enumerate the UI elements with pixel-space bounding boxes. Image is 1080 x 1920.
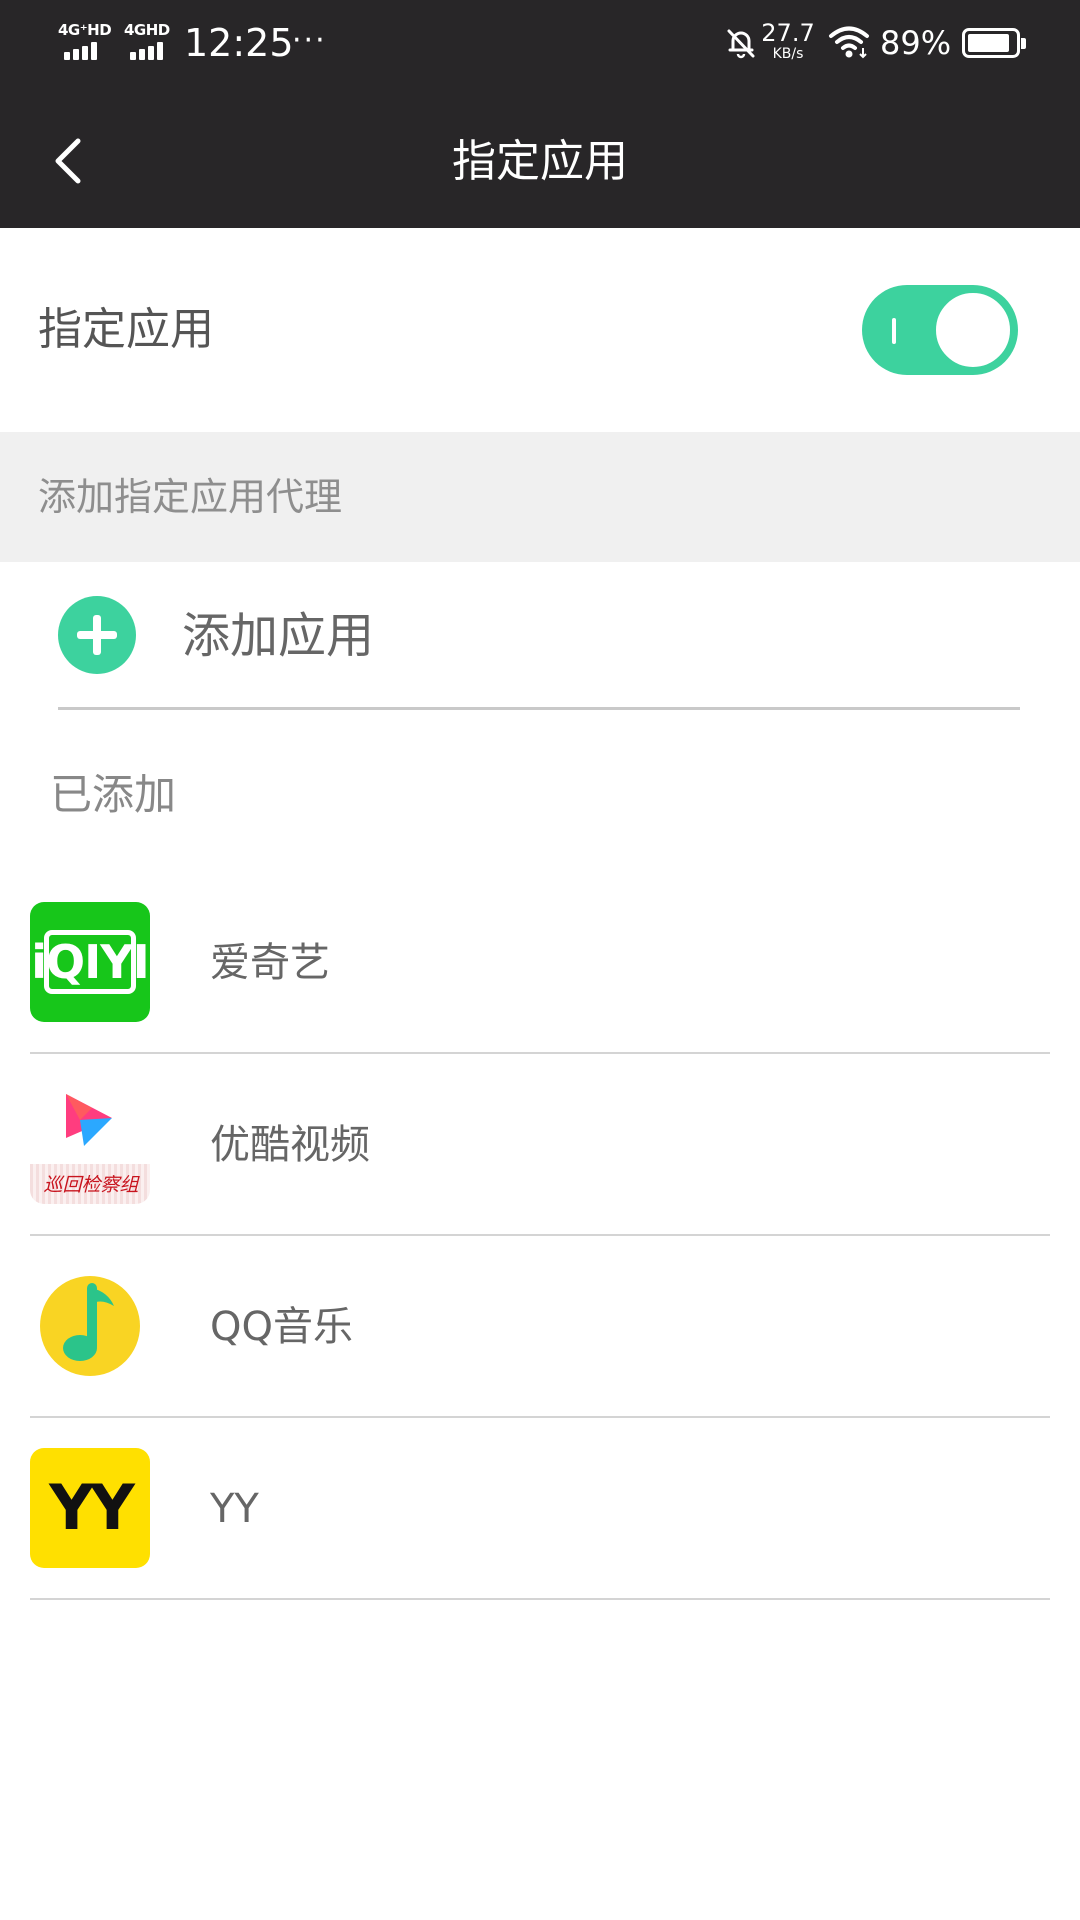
cellular-signal-2-icon: 4GHD	[124, 22, 180, 60]
list-item[interactable]: iQIYI 爱奇艺	[30, 872, 1050, 1054]
iqiyi-logo-text: iQIYI	[31, 935, 149, 989]
list-item[interactable]: 巡回检察组 优酷视频	[30, 1054, 1050, 1236]
add-app-label: 添加应用	[182, 608, 375, 664]
add-app-button[interactable]: 添加应用	[58, 562, 1020, 710]
list-item[interactable]: YY YY	[30, 1418, 1050, 1600]
app-name: YY	[210, 1486, 259, 1532]
network-speed-value: 27.7	[761, 19, 815, 47]
app-name: 优酷视频	[210, 1122, 370, 1168]
section-header: 添加指定应用代理	[0, 432, 1080, 562]
status-bar: 4G⁺HD 4GHD 12:25 ··· 27.7 KB/s 89%	[0, 0, 1080, 95]
more-notifications-icon: ···	[292, 23, 327, 58]
toggle-label: 指定应用	[38, 304, 214, 355]
yy-app-icon: YY	[30, 1448, 150, 1568]
battery-icon	[962, 28, 1026, 58]
battery-percent: 89%	[880, 24, 952, 62]
iqiyi-app-icon: iQIYI	[30, 902, 150, 1022]
yy-logo-text: YY	[49, 1471, 135, 1544]
specified-app-switch[interactable]	[862, 285, 1018, 375]
cellular-signal-1-icon: 4G⁺HD	[58, 22, 114, 60]
signal-2-label: 4GHD	[124, 21, 170, 39]
network-speed-unit: KB/s	[772, 46, 804, 62]
page-title: 指定应用	[452, 136, 628, 187]
switch-knob	[932, 289, 1014, 371]
bell-off-icon	[727, 29, 755, 59]
screen: 4G⁺HD 4GHD 12:25 ··· 27.7 KB/s 89% 指定应用 …	[0, 0, 1080, 1920]
signal-1-label: 4G⁺HD	[58, 21, 112, 39]
plus-circle-icon	[58, 596, 136, 674]
list-item[interactable]: QQ音乐	[30, 1236, 1050, 1418]
specified-app-toggle-row: 指定应用	[0, 228, 1080, 432]
youku-watermark-text: 巡回检察组	[43, 1174, 139, 1196]
qq-music-app-icon	[30, 1266, 150, 1386]
added-app-list: iQIYI 爱奇艺 巡回检察组 优酷视频 QQ音乐 YY YY	[30, 872, 1050, 1600]
section-header-title: 添加指定应用代理	[38, 475, 343, 519]
network-speed: 27.7 KB/s	[760, 20, 816, 62]
app-bar: 指定应用	[0, 95, 1080, 228]
switch-on-mark-icon	[892, 318, 896, 344]
app-name: QQ音乐	[210, 1304, 353, 1350]
app-name: 爱奇艺	[210, 940, 330, 986]
status-time: 12:25	[184, 21, 294, 65]
added-section-title: 已添加	[50, 770, 177, 819]
youku-app-icon: 巡回检察组	[30, 1084, 150, 1204]
wifi-icon	[829, 26, 869, 59]
